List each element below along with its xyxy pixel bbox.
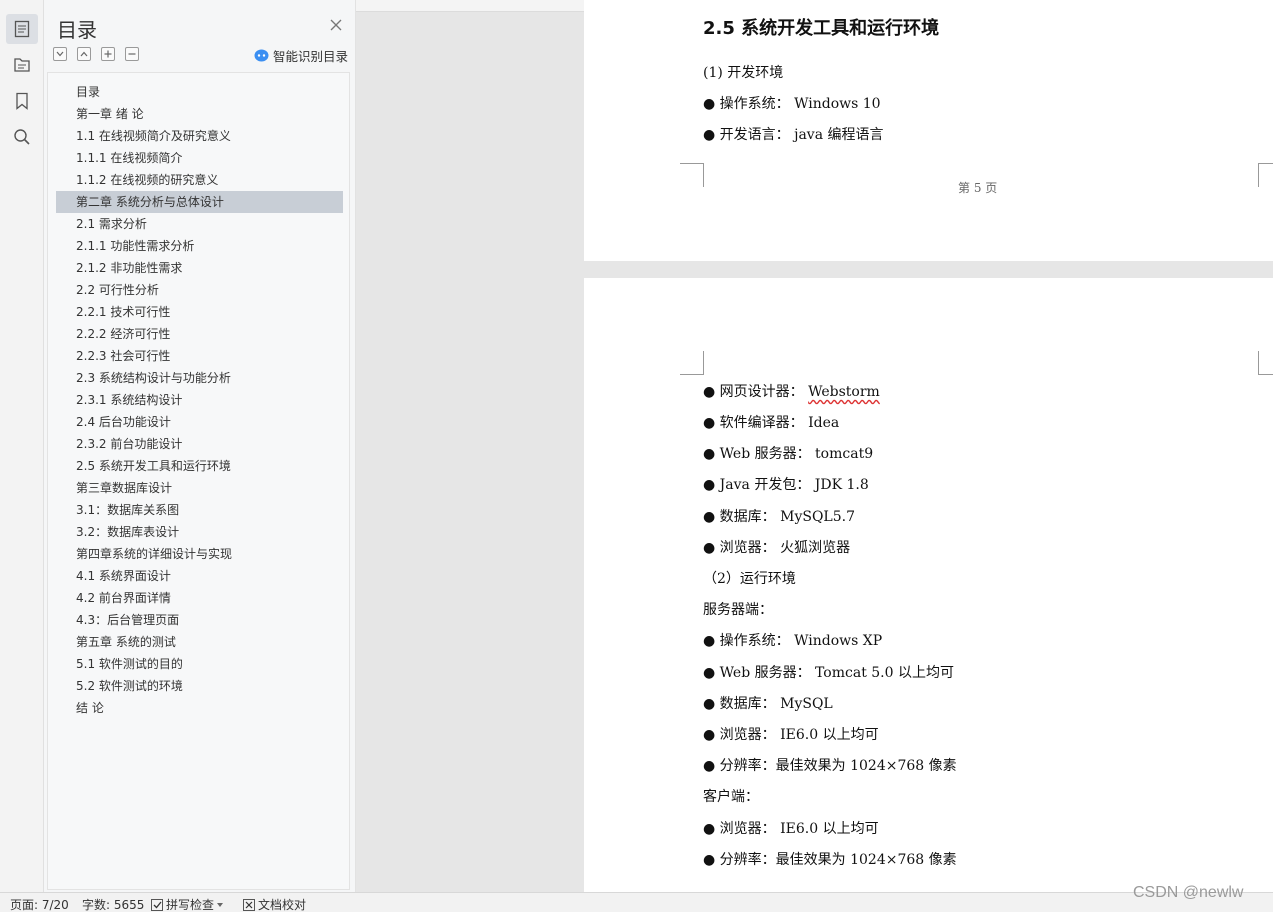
paragraph-line: 服务器端： xyxy=(703,602,773,618)
paragraph-line: ● 分辨率：最佳效果为 1024×768 像素 xyxy=(703,758,957,774)
paragraph-line: ● 操作系统： Windows XP xyxy=(703,633,883,649)
page-margin-corner xyxy=(680,351,704,375)
status-bar: 页面: 7/20 字数: 5655 拼写检查 文档校对 xyxy=(0,892,1273,912)
toc-item[interactable]: 第四章系统的详细设计与实现 xyxy=(56,543,343,565)
toc-item[interactable]: 2.1.2 非功能性需求 xyxy=(56,257,343,279)
expand-down-button[interactable] xyxy=(53,47,67,61)
checkbox-check-icon xyxy=(151,898,163,911)
document-page-6[interactable]: ● 网页设计器： Webstorm ● 软件编译器： Idea ● Web 服务器… xyxy=(584,278,1273,892)
document-page-5[interactable]: 2.5 系统开发工具和运行环境 (1) 开发环境 ● 操作系统： Windows… xyxy=(584,0,1273,261)
smart-recognize-icon xyxy=(254,49,269,62)
toc-item[interactable]: 5.1 软件测试的目的 xyxy=(56,653,343,675)
toc-item[interactable]: 3.1：数据库关系图 xyxy=(56,499,343,521)
toc-item[interactable]: 1.1.2 在线视频的研究意义 xyxy=(56,169,343,191)
toc-item[interactable]: 2.4 后台功能设计 xyxy=(56,411,343,433)
toc-item[interactable]: 结 论 xyxy=(56,697,343,719)
plus-icon xyxy=(104,50,112,58)
paragraph-line: (1) 开发环境 xyxy=(703,65,784,81)
toc-item[interactable]: 2.2.3 社会可行性 xyxy=(56,345,343,367)
toc-item[interactable]: 2.2.1 技术可行性 xyxy=(56,301,343,323)
bookmark-icon xyxy=(16,92,28,110)
toc-item[interactable]: 2.2 可行性分析 xyxy=(56,279,343,301)
misspelled-word[interactable]: Webstorm xyxy=(808,384,880,400)
doc-proofread-label: 文档校对 xyxy=(258,898,307,912)
paragraph-line: ● 浏览器： IE6.0 以上均可 xyxy=(703,727,879,743)
paragraph-line: ● 软件编译器： Idea xyxy=(703,415,840,431)
toc-item[interactable]: 4.1 系统界面设计 xyxy=(56,565,343,587)
toc-item[interactable]: 1.1 在线视频简介及研究意义 xyxy=(56,125,343,147)
navigation-pane-button[interactable] xyxy=(6,50,38,80)
paragraph-line: ● 数据库： MySQL5.7 xyxy=(703,509,855,525)
paragraph-line: ● Web 服务器： tomcat9 xyxy=(703,446,874,462)
toc-item[interactable]: 4.3：后台管理页面 xyxy=(56,609,343,631)
toc-item[interactable]: 第五章 系统的测试 xyxy=(56,631,343,653)
toc-item[interactable]: 2.5 系统开发工具和运行环境 xyxy=(56,455,343,477)
toc-item[interactable]: 第一章 绪 论 xyxy=(56,103,343,125)
search-icon xyxy=(14,129,30,145)
document-outline-icon xyxy=(14,20,30,38)
toc-item[interactable]: 2.3 系统结构设计与功能分析 xyxy=(56,367,343,389)
close-icon[interactable] xyxy=(329,18,343,32)
paragraph-line: ● 开发语言： java 编程语言 xyxy=(703,127,884,143)
paragraph-line: ● 数据库： MySQL xyxy=(703,696,833,712)
page-indicator[interactable]: 页面: 7/20 xyxy=(10,896,69,912)
toc-item[interactable]: 2.3.1 系统结构设计 xyxy=(56,389,343,411)
toc-item[interactable]: 第二章 系统分析与总体设计 xyxy=(56,191,343,213)
folder-tree-icon xyxy=(14,58,30,72)
spellcheck-label: 拼写检查 xyxy=(166,898,215,912)
toc-view-button[interactable] xyxy=(6,14,38,44)
smart-toc-button[interactable]: 智能识别目录 xyxy=(254,46,348,65)
paragraph-line: 客户端： xyxy=(703,789,759,805)
paragraph-line: ● 分辨率：最佳效果为 1024×768 像素 xyxy=(703,852,957,868)
paragraph-line: ● Web 服务器： Tomcat 5.0 以上均可 xyxy=(703,665,954,681)
proofread-icon xyxy=(243,898,255,911)
caret-down-icon xyxy=(217,902,224,907)
toc-item[interactable]: 1.1.1 在线视频简介 xyxy=(56,147,343,169)
toc-item[interactable]: 第三章数据库设计 xyxy=(56,477,343,499)
toc-item[interactable]: 4.2 前台界面详情 xyxy=(56,587,343,609)
paragraph-line: ● Java 开发包： JDK 1.8 xyxy=(703,477,869,493)
left-icon-rail xyxy=(0,0,44,892)
bookmark-button[interactable] xyxy=(6,86,38,116)
page-margin-corner xyxy=(1258,351,1273,375)
toc-list: 目录 第一章 绪 论 1.1 在线视频简介及研究意义 1.1.1 在线视频简介 1.1.… xyxy=(56,81,343,719)
paragraph-line: （2）运行环境 xyxy=(703,571,796,587)
toc-item[interactable]: 2.3.2 前台功能设计 xyxy=(56,433,343,455)
spellcheck-button[interactable]: 拼写检查 xyxy=(151,896,224,912)
search-button[interactable] xyxy=(6,122,38,152)
paragraph-line: ● 操作系统： Windows 10 xyxy=(703,96,881,112)
toc-panel: 目录 智能识别目录 目录 第一章 绪 论 1.1 在线视频简介及研究意义 1.1.1 … xyxy=(44,0,356,892)
toc-toolbar xyxy=(53,47,139,61)
collapse-all-button[interactable] xyxy=(125,47,139,61)
toc-item[interactable]: 3.2：数据库表设计 xyxy=(56,521,343,543)
doc-proofread-button[interactable]: 文档校对 xyxy=(243,896,306,912)
toc-item[interactable]: 2.1.1 功能性需求分析 xyxy=(56,235,343,257)
toc-item[interactable]: 5.2 软件测试的环境 xyxy=(56,675,343,697)
toc-item[interactable]: 2.1 需求分析 xyxy=(56,213,343,235)
toc-item[interactable]: 目录 xyxy=(56,81,343,103)
watermark: CSDN @newlw xyxy=(1133,884,1244,901)
page-margin-corner xyxy=(1258,163,1273,187)
toc-list-container: 目录 第一章 绪 论 1.1 在线视频简介及研究意义 1.1.1 在线视频简介 1.1.… xyxy=(47,72,350,890)
toc-panel-title: 目录 xyxy=(57,18,97,42)
section-heading: 2.5 系统开发工具和运行环境 xyxy=(703,18,940,39)
chevron-up-icon xyxy=(80,51,88,57)
document-area[interactable]: 2.5 系统开发工具和运行环境 (1) 开发环境 ● 操作系统： Windows… xyxy=(356,0,1273,892)
word-count[interactable]: 字数: 5655 xyxy=(82,896,144,912)
paragraph-line: ● 浏览器： IE6.0 以上均可 xyxy=(703,821,879,837)
paragraph-text: ● 网页设计器： xyxy=(703,384,809,400)
chevron-down-icon xyxy=(56,51,64,57)
minus-icon xyxy=(128,53,136,55)
page-number: 第 5 页 xyxy=(958,181,998,195)
expand-all-button[interactable] xyxy=(101,47,115,61)
page-margin-corner xyxy=(680,163,704,187)
paragraph-line: ● 网页设计器： Webstorm xyxy=(703,381,880,401)
paragraph-line: ● 浏览器： 火狐浏览器 xyxy=(703,540,851,556)
toc-item[interactable]: 2.2.2 经济可行性 xyxy=(56,323,343,345)
collapse-up-button[interactable] xyxy=(77,47,91,61)
smart-toc-label: 智能识别目录 xyxy=(273,49,349,64)
